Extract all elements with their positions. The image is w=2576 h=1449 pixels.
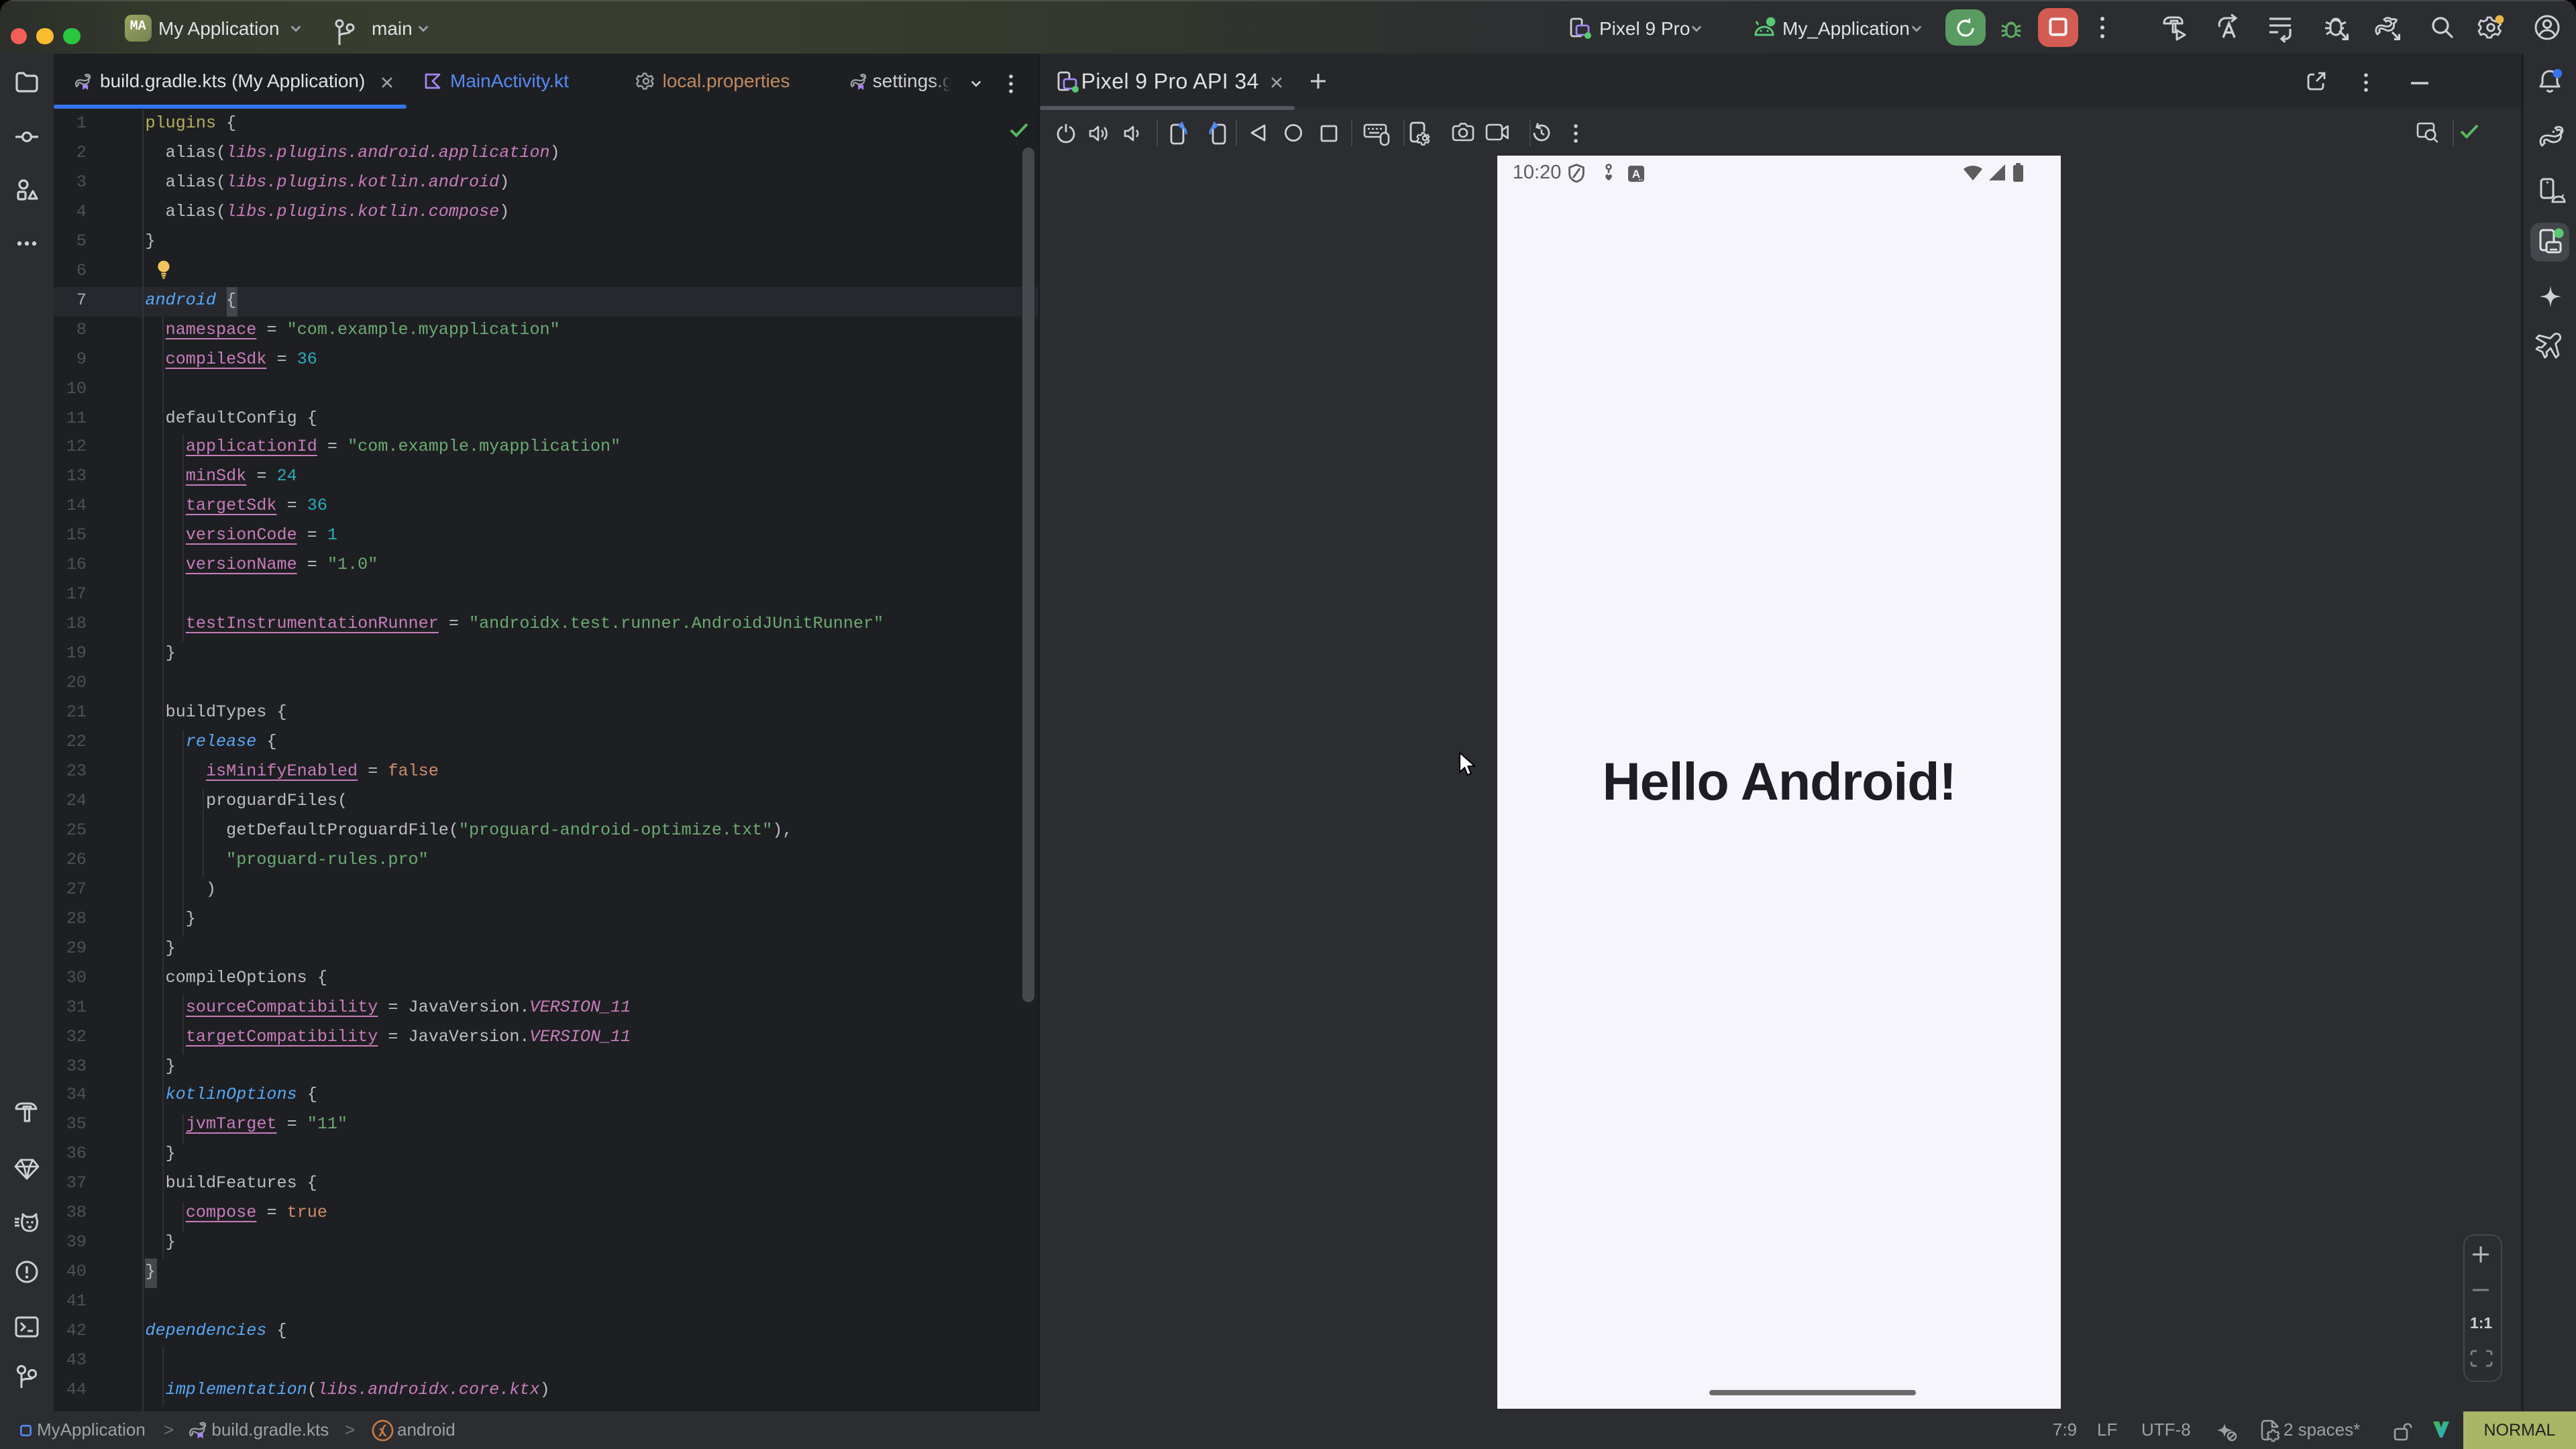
- svg-text:A: A: [1633, 168, 1641, 180]
